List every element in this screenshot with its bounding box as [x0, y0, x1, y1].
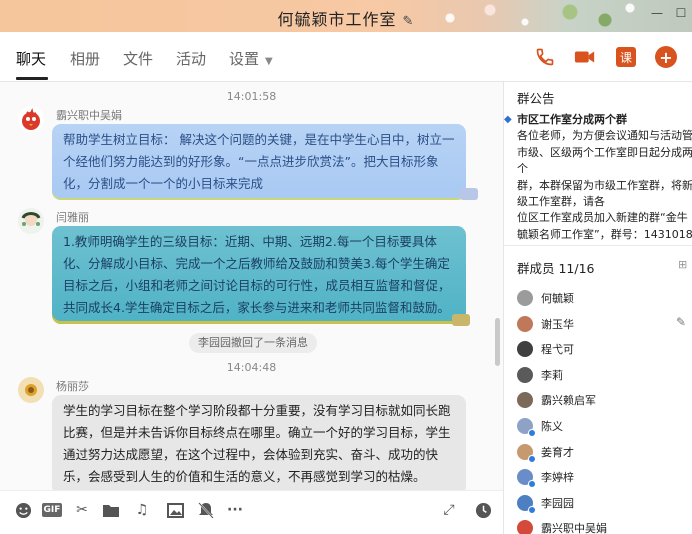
- member-name: 陈义: [541, 420, 563, 433]
- phone-icon[interactable]: [534, 46, 556, 68]
- bubble-decoration-icon: [452, 314, 470, 326]
- member-avatar: [517, 443, 536, 463]
- scissors-icon[interactable]: ✂: [73, 501, 91, 519]
- tab-chat[interactable]: 聊天: [16, 48, 46, 69]
- image-icon[interactable]: [166, 501, 184, 519]
- member-item[interactable]: 陈义: [517, 416, 563, 437]
- member-name: 霸兴赖启军: [541, 394, 596, 408]
- pin-icon: ◆: [504, 114, 512, 125]
- notice-line: 市级、区级两个工作室即日起分成两个: [517, 145, 692, 176]
- group-notice[interactable]: 市区工作室分成两个群 各位老师，为方便会议通知与活动管 市级、区级两个工作室即日…: [517, 112, 692, 243]
- member-name: 李园园: [541, 496, 574, 510]
- sender-name: 杨丽莎: [56, 380, 89, 393]
- mute-bell-icon[interactable]: [197, 501, 215, 519]
- bubble-decoration-icon: [460, 188, 478, 200]
- minimize-icon[interactable]: —: [650, 6, 664, 20]
- member-avatar: [517, 366, 533, 383]
- member-avatar: [517, 469, 536, 489]
- message-timestamp: 14:01:58: [226, 90, 277, 103]
- message-timestamp: 14:04:48: [226, 361, 277, 374]
- member-avatar: [517, 315, 533, 332]
- member-item[interactable]: 李园园: [517, 493, 574, 514]
- title-bar: 何毓颖市工作室 ✎ — ☐: [0, 0, 692, 32]
- notice-line: 各位老师，为方便会议通知与活动管: [517, 129, 692, 143]
- window-controls: — ☐: [650, 6, 688, 20]
- edit-icon[interactable]: ✎: [676, 315, 686, 329]
- expand-icon[interactable]: ⤢: [440, 501, 458, 519]
- tab-settings-label: 设置: [229, 50, 260, 68]
- notice-line: 毓颖名师工作室”，群号：1431018: [517, 227, 692, 241]
- tab-bar: 聊天 相册 文件 活动 设置 ▼ 课 +: [0, 32, 692, 82]
- recall-notice: 李园园撤回了一条消息: [189, 333, 317, 353]
- member-avatar: [517, 290, 533, 306]
- notice-title: 市区工作室分成两个群: [517, 113, 627, 126]
- add-button[interactable]: +: [655, 46, 677, 68]
- member-avatar: [517, 520, 533, 534]
- more-icon[interactable]: ···: [226, 501, 244, 519]
- avatar[interactable]: [18, 106, 44, 132]
- sender-name: 霸兴职中吴娟: [56, 109, 122, 122]
- add-member-icon[interactable]: ⊞: [678, 258, 687, 271]
- message-bubble[interactable]: 1.教师明确学生的三级目标：近期、中期、远期2.每一个目标要具体化、分解成小目标…: [52, 226, 466, 324]
- tab-activity[interactable]: 活动: [176, 48, 206, 69]
- member-name: 李莉: [541, 368, 563, 382]
- member-item[interactable]: 霸兴赖启军: [517, 390, 596, 410]
- class-button[interactable]: 课: [616, 47, 636, 67]
- member-name: 谢玉华: [541, 317, 574, 331]
- chat-area[interactable]: 14:01:58 霸兴职中吴娟 帮助学生树立目标： 解决这个问题的关键，是在中学…: [0, 82, 503, 490]
- emoji-icon[interactable]: [14, 501, 32, 519]
- member-avatar: [517, 418, 536, 437]
- member-item[interactable]: 谢玉华: [517, 314, 574, 334]
- tab-settings[interactable]: 设置 ▼: [229, 48, 273, 69]
- members-header: 群成员 11/16: [517, 261, 595, 276]
- member-name: 姜育才: [541, 445, 574, 459]
- member-name: 霸兴职中吴娟: [541, 522, 607, 534]
- notice-header: 群公告: [517, 91, 555, 106]
- member-item[interactable]: 李莉: [517, 365, 563, 385]
- panel-divider: [504, 245, 692, 246]
- member-badge-icon: [528, 480, 536, 489]
- member-item[interactable]: 姜育才: [517, 442, 574, 463]
- notice-line: 位区工作室成员加入新建的群“金牛: [517, 211, 688, 225]
- message-bubble[interactable]: 学生的学习目标在整个学习阶段都十分重要，没有学习目标就如同长跑比赛，但是并未告诉…: [52, 395, 466, 490]
- tab-files[interactable]: 文件: [123, 48, 153, 69]
- member-badge-icon: [528, 505, 536, 514]
- member-avatar: [517, 392, 533, 409]
- avatar[interactable]: [18, 208, 44, 234]
- input-toolbar: GIF ✂ ♫ ··· ⤢: [0, 490, 503, 534]
- window-title: 何毓颖市工作室 ✎: [0, 6, 692, 30]
- member-item[interactable]: 程弋可: [517, 339, 574, 359]
- member-name: 程弋可: [541, 343, 574, 357]
- sender-name: 闫雅丽: [56, 211, 89, 224]
- history-clock-icon[interactable]: [474, 501, 492, 519]
- maximize-icon[interactable]: ☐: [674, 6, 688, 20]
- chat-scrollbar[interactable]: [495, 318, 500, 366]
- member-item[interactable]: 何毓颖: [517, 288, 574, 308]
- chevron-down-icon: ▼: [265, 56, 273, 67]
- window-title-text: 何毓颖市工作室: [277, 10, 397, 29]
- active-tab-indicator: [16, 77, 48, 80]
- notice-line: 级工作室群，请各: [517, 195, 605, 209]
- tab-album[interactable]: 相册: [70, 48, 100, 69]
- member-item[interactable]: 李婷梓: [517, 467, 574, 489]
- member-avatar: [517, 341, 533, 358]
- member-name: 何毓颖: [541, 292, 574, 305]
- group-info-panel: 群公告 ◆ 市区工作室分成两个群 各位老师，为方便会议通知与活动管 市级、区级两…: [503, 82, 692, 534]
- member-name: 李婷梓: [541, 471, 574, 485]
- avatar[interactable]: [18, 377, 44, 403]
- member-badge-icon: [528, 429, 536, 437]
- member-avatar: [517, 494, 536, 514]
- folder-icon[interactable]: [102, 501, 120, 519]
- member-badge-icon: [528, 454, 536, 463]
- gif-icon[interactable]: GIF: [42, 503, 62, 517]
- notice-line: 群，本群保留为市级工作室群，将新: [517, 178, 692, 192]
- member-item[interactable]: 霸兴职中吴娟: [517, 518, 607, 534]
- video-camera-icon[interactable]: [574, 46, 596, 68]
- music-note-icon[interactable]: ♫: [133, 501, 151, 519]
- edit-title-icon[interactable]: ✎: [403, 14, 415, 29]
- message-bubble[interactable]: 帮助学生树立目标： 解决这个问题的关键，是在中学生心目中，树立一个经他们努力能达…: [52, 124, 466, 200]
